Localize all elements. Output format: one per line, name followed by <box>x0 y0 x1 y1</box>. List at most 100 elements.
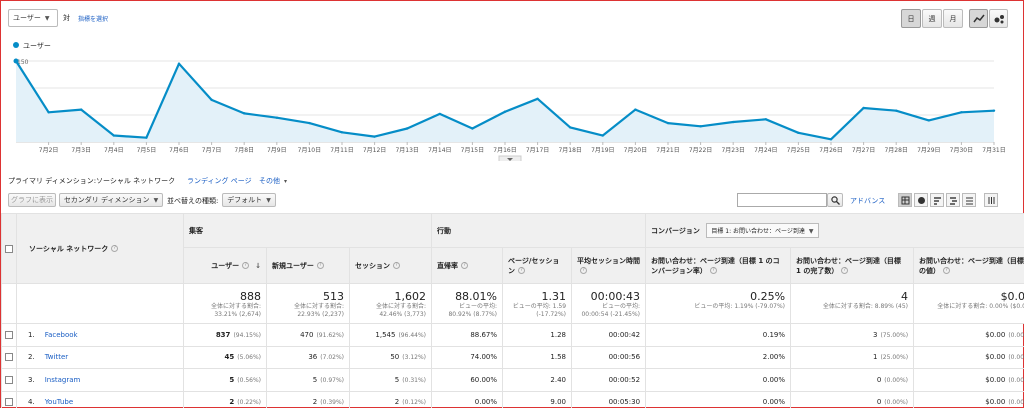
col-header-goal-conversion-rate[interactable]: お問い合わせ：ページ到達（目標 1 のコンバージョン率）? <box>645 247 792 284</box>
data-point <box>438 112 441 116</box>
help-icon: ? <box>518 267 526 274</box>
row-users: 45 (5.06%) <box>183 345 267 369</box>
advanced-link[interactable]: アドバンス <box>850 196 885 206</box>
row-index: 1. <box>28 330 35 339</box>
goal-select-label: 目標 1: お問い合わせ：ページ到達 <box>711 228 805 235</box>
sort-type-value: デフォルト <box>227 196 263 204</box>
col-header-users[interactable]: ユーザー? ↓ <box>183 247 267 284</box>
total-value: 0.25% <box>750 290 786 303</box>
row-checkbox[interactable] <box>5 398 13 407</box>
row-goal-cr: 0.00% <box>645 390 792 408</box>
row-val-pct: (0.00%) <box>1008 376 1024 384</box>
goal-select[interactable]: 目標 1: お問い合わせ：ページ到達 ▼ <box>706 223 819 238</box>
row-new-users: 36 (7.02%) <box>266 345 350 369</box>
row-new-value: 470 <box>300 330 314 339</box>
sort-type-select[interactable]: デフォルト ▼ <box>222 193 276 207</box>
row-checkbox-cell <box>1 368 17 392</box>
metric-select[interactable]: ユーザー ▼ <box>8 9 58 27</box>
row-goal-completions: 0 (0.00%) <box>790 390 915 408</box>
col-header-bounce-rate[interactable]: 直帰率? <box>431 247 504 284</box>
total-goal-completions: 4 全体に対する割合: 8.89% (45) <box>790 283 915 324</box>
col-header-pages-per-session[interactable]: ページ/セッション? <box>502 247 573 284</box>
select-metric-link[interactable]: 指標を選択 <box>78 14 108 23</box>
secondary-dimension-label: セカンダリ ディメンション <box>63 196 150 204</box>
pie-view-icon <box>918 197 925 204</box>
col-header-goal-value[interactable]: お問い合わせ：ページ到達（目標 1 の値）? <box>913 247 1024 284</box>
behavior-group-label: 行動 <box>437 226 452 235</box>
period-week-button[interactable]: 週 <box>922 9 942 28</box>
view-table-button[interactable] <box>898 193 912 207</box>
other-dimension-link[interactable]: その他 ▾ <box>259 176 287 186</box>
data-point <box>177 62 181 65</box>
row-checkbox[interactable] <box>5 375 13 384</box>
row-new-users: 5 (0.97%) <box>266 368 350 392</box>
view-term-cloud-button[interactable] <box>962 193 976 207</box>
row-bounce-value: 60.00% <box>470 375 498 384</box>
select-all-checkbox[interactable] <box>5 244 13 253</box>
pivot-view-icon <box>988 197 995 204</box>
view-comparison-button[interactable] <box>946 193 960 207</box>
row-bounce-rate: 88.67% <box>431 323 504 347</box>
row-checkbox[interactable] <box>5 330 13 339</box>
data-point <box>927 119 930 122</box>
row-bounce-rate: 74.00% <box>431 345 504 369</box>
col-header-avg-session-duration[interactable]: 平均セッション時間? <box>571 247 647 284</box>
row-goal-completions: 0 (0.00%) <box>790 368 915 392</box>
row-new-pct: (7.02%) <box>320 354 344 362</box>
table-search-input[interactable] <box>737 193 827 207</box>
row-index: 3. <box>28 375 35 384</box>
help-icon: ? <box>580 267 588 274</box>
row-pps-value: 2.40 <box>550 375 567 384</box>
data-point <box>992 109 996 112</box>
x-tick-label: 7月15日 <box>461 147 484 154</box>
x-tick-label: 7月16日 <box>493 147 516 154</box>
x-tick-label: 7月3日 <box>71 147 91 154</box>
row-goal-completions: 3 (75.00%) <box>790 323 915 347</box>
line-chart-button[interactable] <box>969 9 988 28</box>
row-avg-value: 00:00:52 <box>608 375 641 384</box>
row-users: 2 (0.22%) <box>183 390 267 408</box>
total-value: 88.01% <box>455 290 498 303</box>
table-row: 3. Instagram 5 (0.56%) 5 (0.97%) 5 (0.31%) 60.00… <box>1 368 1024 392</box>
chevron-down-icon: ▾ <box>284 178 288 185</box>
search-button[interactable] <box>827 193 843 207</box>
row-users-pct: (0.56%) <box>237 376 261 384</box>
data-point <box>829 138 833 141</box>
motion-chart-button[interactable] <box>989 9 1008 28</box>
help-icon: ? <box>393 262 400 269</box>
period-week-label: 週 <box>928 14 936 23</box>
view-pie-button[interactable] <box>914 193 928 207</box>
secondary-dimension-select[interactable]: セカンダリ ディメンション ▼ <box>59 193 163 207</box>
period-day-button[interactable]: 日 <box>901 9 921 28</box>
col-header-goal-completions[interactable]: お問い合わせ：ページ到達（目標 1 の完了数）? <box>790 247 915 284</box>
col-header-sessions[interactable]: セッション? <box>348 247 433 284</box>
dimension-header[interactable]: ソーシャル ネットワーク? <box>16 213 184 284</box>
data-point <box>145 136 148 139</box>
table-row: 4. YouTube 2 (0.22%) 2 (0.39%) 2 (0.12%) 0.00% 9.… <box>1 390 1024 408</box>
row-network-link[interactable]: Facebook <box>45 331 78 339</box>
total-sub: 全体に対する割合: 22.93% (2,237) <box>293 303 344 318</box>
col-header-goal-value-label: お問い合わせ：ページ到達（目標 1 の値） <box>919 256 1024 275</box>
row-checkbox[interactable] <box>5 353 13 362</box>
bar-view-icon <box>934 197 941 205</box>
plot-rows-button[interactable]: グラフに表示 <box>8 193 56 207</box>
row-val-pct: (0.00%) <box>1008 331 1024 339</box>
x-tick-label: 7月31日 <box>982 147 1005 154</box>
row-users-pct: (94.15%) <box>233 331 261 339</box>
row-new-value: 2 <box>312 398 318 407</box>
total-sub: ビューの平均: 1.59 (-17.72%) <box>512 303 567 318</box>
row-pps-value: 1.58 <box>550 353 567 362</box>
col-header-new-users[interactable]: 新規ユーザー? <box>266 247 350 284</box>
row-network-link[interactable]: Instagram <box>45 376 81 384</box>
row-pages-per-session: 1.58 <box>502 345 573 369</box>
data-point <box>862 106 865 110</box>
row-comp-pct: (25.00%) <box>880 354 909 362</box>
view-performance-button[interactable] <box>930 193 944 207</box>
landing-page-link[interactable]: ランディング ページ <box>187 176 252 186</box>
row-network-link[interactable]: Twitter <box>45 353 68 361</box>
total-value: $0.00 <box>1000 290 1024 303</box>
row-network-link[interactable]: YouTube <box>45 398 73 406</box>
period-month-button[interactable]: 月 <box>943 9 963 28</box>
data-point <box>275 116 278 119</box>
view-pivot-button[interactable] <box>984 193 998 207</box>
